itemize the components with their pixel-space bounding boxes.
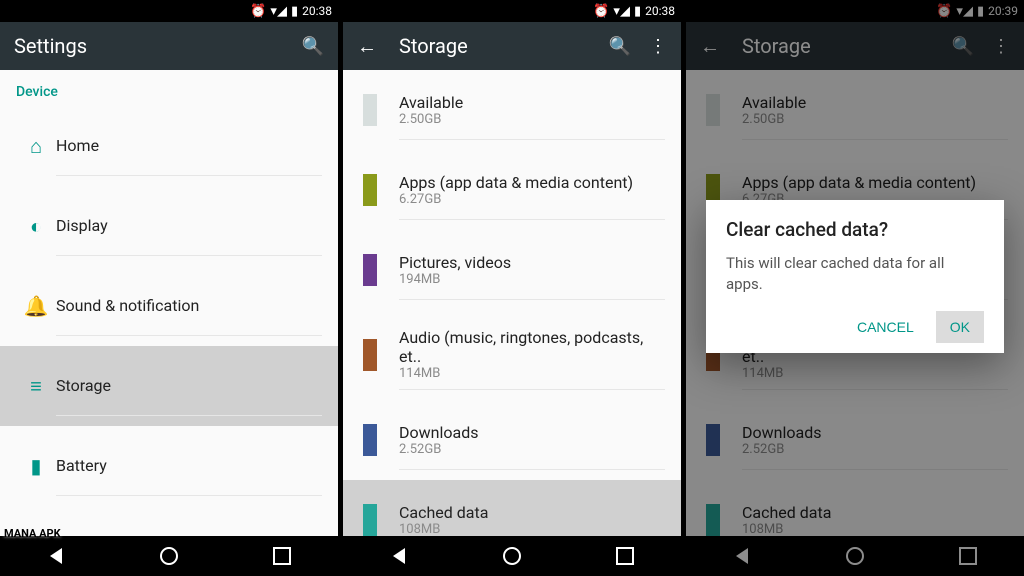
sound-icon: 🔔 (16, 294, 56, 318)
battery-icon: ▮ (291, 5, 298, 18)
item-label: Home (56, 136, 322, 155)
color-swatch (363, 424, 377, 456)
storage-item[interactable]: Cached data108MB (343, 480, 681, 536)
item-label: Battery (56, 456, 322, 475)
nav-bar (0, 536, 338, 576)
storage-list: Available2.50GBApps (app data & media co… (343, 70, 681, 536)
item-value: 194MB (399, 272, 665, 287)
item-label: Cached data (399, 503, 665, 522)
item-label: Pictures, videos (399, 253, 665, 272)
settings-item-home[interactable]: ⌂Home (0, 106, 338, 186)
alarm-icon: ⏰ (593, 5, 609, 18)
storage-item[interactable]: Pictures, videos194MB (343, 230, 681, 310)
item-label: Downloads (399, 423, 665, 442)
nav-home-icon[interactable] (159, 546, 179, 566)
settings-item-storage[interactable]: ≡Storage (0, 346, 338, 426)
watermark: MANA APK (4, 527, 61, 540)
settings-item-battery[interactable]: ▮Battery (0, 426, 338, 506)
nav-bar (343, 536, 681, 576)
item-value: 108MB (399, 522, 665, 537)
nav-home-icon[interactable] (502, 546, 522, 566)
settings-item-sound[interactable]: 🔔Sound & notification (0, 266, 338, 346)
battery-icon: ▮ (16, 454, 56, 478)
storage-icon: ≡ (16, 374, 56, 399)
item-label: Available (399, 93, 665, 112)
display-icon: ◐ (16, 214, 56, 239)
cancel-button[interactable]: CANCEL (843, 311, 928, 343)
status-bar: ⏰ ▾◢ ▮ 20:38 (0, 0, 338, 22)
page-title: Storage (399, 34, 591, 58)
item-label: Audio (music, ringtones, podcasts, et.. (399, 328, 665, 366)
battery-icon: ▮ (634, 5, 641, 18)
item-value: 2.50GB (399, 112, 665, 127)
item-label: Apps (app data & media content) (399, 173, 665, 192)
nav-back-icon[interactable] (389, 546, 409, 566)
screen-storage: ⏰ ▾◢ ▮ 20:38 ← Storage 🔍 ⋮ Available2.50… (343, 0, 681, 576)
section-device: Device (0, 70, 338, 106)
item-value: 2.52GB (399, 442, 665, 457)
settings-item-display[interactable]: ◐Display (0, 186, 338, 266)
color-swatch (363, 504, 377, 536)
signal-icon: ▾◢ (270, 5, 287, 18)
screen-settings: ⏰ ▾◢ ▮ 20:38 Settings 🔍 Device ⌂Home◐Dis… (0, 0, 338, 576)
ok-button[interactable]: OK (936, 311, 984, 343)
nav-back-icon[interactable] (46, 546, 66, 566)
overflow-icon[interactable]: ⋮ (649, 36, 667, 57)
storage-item[interactable]: Audio (music, ringtones, podcasts, et..1… (343, 310, 681, 400)
color-swatch (363, 174, 377, 206)
storage-item[interactable]: Available2.50GB (343, 70, 681, 150)
dialog-title: Clear cached data? (726, 218, 984, 241)
storage-item[interactable]: Downloads2.52GB (343, 400, 681, 480)
alarm-icon: ⏰ (250, 5, 266, 18)
color-swatch (363, 254, 377, 286)
page-title: Settings (14, 34, 284, 58)
home-icon: ⌂ (16, 134, 56, 159)
item-label: Storage (56, 376, 322, 395)
status-time: 20:38 (645, 4, 675, 18)
app-bar: ← Storage 🔍 ⋮ (343, 22, 681, 70)
status-bar: ⏰ ▾◢ ▮ 20:38 (343, 0, 681, 22)
status-time: 20:38 (302, 4, 332, 18)
app-bar: Settings 🔍 (0, 22, 338, 70)
dialog-body: This will clear cached data for all apps… (726, 253, 984, 295)
color-swatch (363, 94, 377, 126)
storage-item[interactable]: Apps (app data & media content)6.27GB (343, 150, 681, 230)
dialog-actions: CANCEL OK (726, 311, 984, 343)
nav-recent-icon[interactable] (272, 546, 292, 566)
nav-recent-icon[interactable] (615, 546, 635, 566)
item-label: Sound & notification (56, 296, 322, 315)
item-value: 114MB (399, 366, 665, 381)
search-icon[interactable]: 🔍 (609, 36, 631, 57)
signal-icon: ▾◢ (613, 5, 630, 18)
item-value: 6.27GB (399, 192, 665, 207)
item-label: Display (56, 216, 322, 235)
screen-storage-dialog: ⏰ ▾◢ ▮ 20:39 ← Storage 🔍 ⋮ Available2.50… (686, 0, 1024, 576)
clear-cache-dialog: Clear cached data? This will clear cache… (706, 200, 1004, 353)
back-icon[interactable]: ← (357, 34, 377, 59)
color-swatch (363, 339, 377, 371)
settings-list: Device ⌂Home◐Display🔔Sound & notificatio… (0, 70, 338, 536)
search-icon[interactable]: 🔍 (302, 36, 324, 57)
